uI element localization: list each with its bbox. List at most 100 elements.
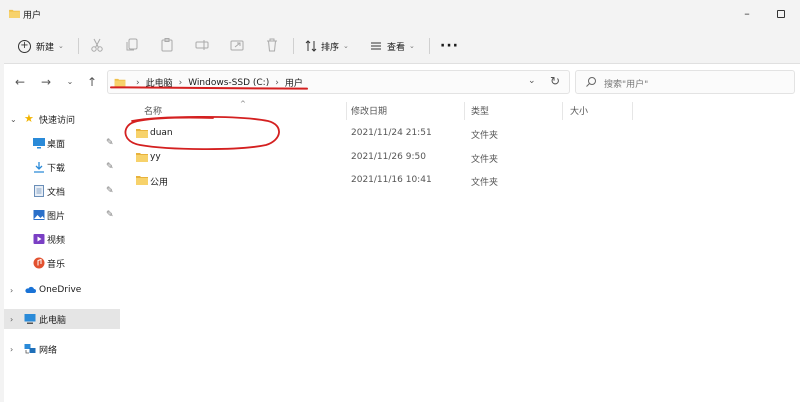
folder-icon — [9, 9, 20, 18]
music-icon — [33, 257, 45, 269]
plus-icon: + — [18, 39, 31, 53]
search-placeholder: 搜索"用户" — [604, 80, 649, 90]
sidebar-item-network[interactable]: › 网络 — [0, 339, 120, 359]
sidebar-item-this-pc[interactable]: › 此电脑 — [0, 309, 120, 329]
chevron-down-icon: ⌄ — [58, 42, 64, 50]
navigation-bar: ← → ⌄ ↑ › 此电脑 › Windows-SSD (C:) › 用户 ⌄ … — [0, 64, 800, 100]
picture-icon — [33, 210, 45, 220]
more-options-button[interactable]: ··· — [440, 36, 459, 56]
sidebar-item-documents[interactable]: 文档 ✎ — [0, 181, 120, 201]
forward-arrow-icon[interactable]: → — [38, 74, 54, 90]
sidebar-item-pictures[interactable]: 图片 ✎ — [0, 205, 120, 225]
file-name: 公用 — [150, 178, 169, 188]
back-arrow-icon[interactable]: ← — [12, 74, 28, 90]
copy-icon[interactable] — [124, 37, 140, 53]
toolbar-divider — [78, 38, 79, 54]
file-type: 文件夹 — [471, 178, 499, 188]
chevron-down-icon: ⌄ — [409, 42, 415, 50]
sidebar-item-label: 此电脑 — [39, 315, 67, 326]
sidebar-item-videos[interactable]: 视频 — [0, 229, 120, 249]
address-history-chevron-icon[interactable]: ⌄ — [528, 76, 536, 86]
refresh-icon[interactable]: ↻ — [550, 74, 560, 88]
new-button[interactable]: + 新建 ⌄ — [18, 36, 64, 56]
file-date: 2021/11/26 9:50 — [351, 152, 426, 162]
rename-icon[interactable] — [194, 37, 210, 53]
column-header-date[interactable]: 修改日期 — [351, 104, 387, 117]
folder-icon — [136, 176, 148, 185]
sidebar-item-music[interactable]: 音乐 — [0, 253, 120, 273]
column-header-type[interactable]: 类型 — [471, 104, 489, 117]
sort-button[interactable]: 排序 ⌄ — [305, 36, 349, 56]
navigation-pane: ⌄ ★ 快速访问 桌面 ✎ 下载 ✎ 文档 ✎ 图片 ✎ 视频 音乐 › One… — [0, 100, 122, 402]
folder-icon — [136, 153, 148, 162]
sidebar-item-label: 网络 — [39, 345, 58, 356]
sidebar-item-downloads[interactable]: 下载 ✎ — [0, 157, 120, 177]
sidebar-item-label: 图片 — [47, 211, 66, 222]
toolbar-divider — [429, 38, 430, 54]
sidebar-item-desktop[interactable]: 桌面 ✎ — [0, 133, 120, 153]
sidebar-item-label: 音乐 — [47, 259, 66, 270]
sidebar-item-label: 桌面 — [47, 139, 66, 150]
command-bar: + 新建 ⌄ 排序 ⌄ 查看 ⌄ ··· — [0, 28, 800, 64]
file-date: 2021/11/16 10:41 — [351, 175, 432, 185]
cut-icon[interactable] — [89, 37, 105, 53]
file-type: 文件夹 — [471, 155, 499, 165]
toolbar-divider — [293, 38, 294, 54]
sidebar-item-label: 文档 — [47, 187, 66, 198]
title-bar: 用户 – — [0, 0, 800, 28]
new-button-label: 新建 — [36, 42, 55, 53]
chevron-right-icon: › — [10, 344, 14, 354]
window-border — [0, 28, 4, 402]
search-icon — [586, 77, 596, 87]
view-button-label: 查看 — [387, 42, 406, 53]
pin-icon: ✎ — [106, 186, 114, 196]
document-icon — [34, 185, 44, 197]
computer-icon — [24, 314, 36, 324]
view-icon — [371, 42, 381, 50]
download-icon — [34, 162, 44, 173]
chevron-down-icon: ⌄ — [343, 42, 349, 50]
chevron-right-icon: › — [275, 77, 279, 88]
address-bar[interactable]: › 此电脑 › Windows-SSD (C:) › 用户 ⌄ ↻ — [107, 70, 570, 94]
window-title: 用户 — [23, 11, 42, 21]
table-row[interactable]: 公用 2021/11/16 10:41 文件夹 — [122, 171, 800, 191]
column-header-size[interactable]: 大小 — [570, 104, 588, 117]
sidebar-item-label: 快速访问 — [39, 115, 76, 126]
sidebar-item-label: 下载 — [47, 163, 66, 174]
file-name: yy — [150, 152, 161, 162]
pin-icon: ✎ — [106, 210, 114, 220]
file-type: 文件夹 — [471, 131, 499, 141]
pin-icon: ✎ — [106, 162, 114, 172]
sort-button-label: 排序 — [321, 42, 340, 53]
up-arrow-icon[interactable]: ↑ — [84, 74, 100, 90]
column-divider[interactable] — [464, 102, 465, 120]
pin-icon: ✎ — [106, 138, 114, 148]
paste-icon[interactable] — [159, 37, 175, 53]
file-date: 2021/11/24 21:51 — [351, 128, 432, 138]
chevron-right-icon: › — [10, 285, 14, 295]
share-icon[interactable] — [229, 37, 245, 53]
delete-icon[interactable] — [264, 37, 280, 53]
cloud-icon — [25, 286, 36, 293]
chevron-down-icon: ⌄ — [10, 114, 17, 124]
minimize-button[interactable]: – — [736, 5, 758, 23]
sidebar-item-label: OneDrive — [39, 285, 82, 295]
maximize-button[interactable] — [770, 5, 792, 23]
annotation-circle — [124, 115, 280, 151]
column-divider[interactable] — [346, 102, 347, 120]
star-icon: ★ — [24, 112, 34, 125]
column-divider[interactable] — [562, 102, 563, 120]
view-button[interactable]: 查看 ⌄ — [370, 36, 415, 56]
desktop-icon — [33, 138, 45, 149]
sidebar-item-label: 视频 — [47, 235, 66, 246]
video-icon — [33, 234, 45, 244]
sort-ascending-icon: ^ — [240, 100, 246, 108]
column-divider[interactable] — [632, 102, 633, 120]
sidebar-item-quick-access[interactable]: ⌄ ★ 快速访问 — [0, 109, 120, 129]
search-input[interactable]: 搜索"用户" — [575, 70, 795, 94]
network-icon — [24, 344, 36, 354]
recent-locations-chevron-icon[interactable]: ⌄ — [62, 74, 78, 90]
sort-icon — [305, 40, 317, 52]
chevron-right-icon: › — [10, 314, 14, 324]
sidebar-item-onedrive[interactable]: › OneDrive — [0, 280, 120, 300]
